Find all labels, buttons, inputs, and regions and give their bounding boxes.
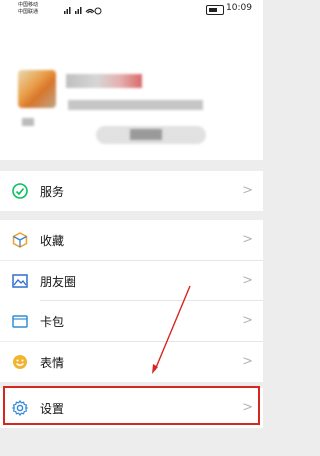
battery-icon	[206, 5, 224, 15]
chevron-right-icon: >	[242, 313, 253, 328]
moments-icon	[12, 274, 28, 288]
chevron-right-icon: >	[242, 232, 253, 247]
profile-status-pill-inner	[130, 129, 162, 140]
signal-wifi-icon	[64, 7, 102, 15]
carrier-2: 中国联通	[18, 9, 39, 15]
carrier-labels: 中国移动 中国联通	[18, 2, 38, 16]
menu-item-card-wallet[interactable]: 卡包 >	[0, 301, 263, 341]
profile-status-blur	[22, 118, 34, 126]
carrier-1: 中国移动	[18, 2, 39, 8]
menu-item-label: 卡包	[40, 315, 65, 329]
status-bar: 中国移动 中国联通 10:09	[0, 0, 263, 22]
profile-header[interactable]	[0, 22, 263, 160]
menu-item-emoji[interactable]: 表情 >	[0, 342, 263, 382]
menu-item-label: 表情	[40, 356, 65, 370]
service-icon	[12, 183, 28, 199]
status-time: 10:09	[226, 3, 252, 13]
profile-name-blur	[66, 74, 142, 88]
profile-id-blur	[68, 100, 203, 110]
menu-item-moments[interactable]: 朋友圈 >	[0, 261, 263, 301]
chevron-right-icon: >	[242, 183, 253, 198]
avatar[interactable]	[18, 70, 56, 108]
chevron-right-icon: >	[242, 273, 253, 288]
card-wallet-icon	[12, 315, 28, 328]
menu-item-label: 朋友圈	[40, 275, 77, 289]
emoji-icon	[13, 355, 27, 369]
menu-item-favorites[interactable]: 收藏 >	[0, 220, 263, 260]
chevron-right-icon: >	[242, 354, 253, 369]
menu-item-label: 服务	[40, 185, 65, 199]
favorites-icon	[12, 232, 28, 248]
highlight-box	[3, 386, 260, 425]
menu-item-service[interactable]: 服务 >	[0, 171, 263, 211]
menu-item-label: 收藏	[40, 234, 65, 248]
